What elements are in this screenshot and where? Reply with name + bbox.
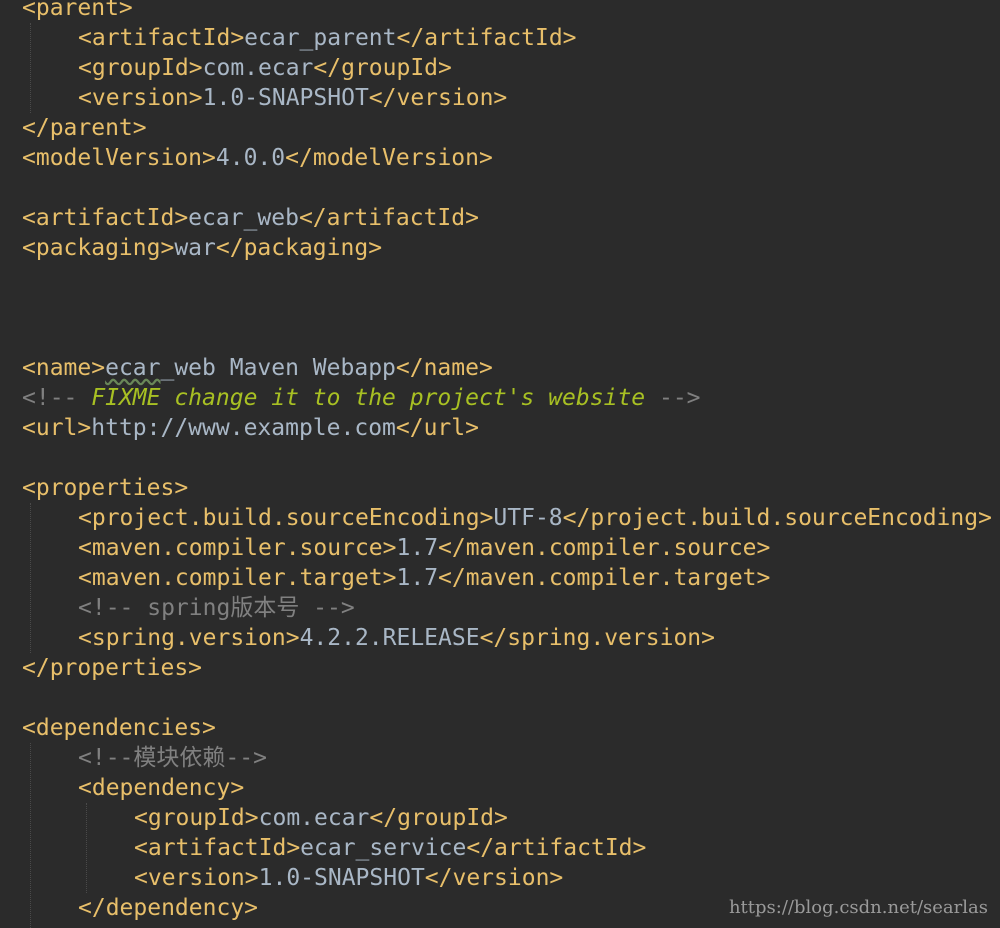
code-token: war [174, 235, 216, 261]
code-token: 1.7 [396, 565, 439, 591]
code-token: <dependency> [78, 775, 245, 801]
code-token: </project.build.sourceEncoding> [562, 505, 992, 531]
code-line[interactable]: <maven.compiler.target>1.7</maven.compil… [22, 563, 992, 593]
code-token: </artifactId> [298, 205, 479, 231]
code-token: <project.build.sourceEncoding> [78, 505, 494, 531]
code-token: </properties> [22, 655, 203, 681]
code-token: </packaging> [215, 235, 383, 261]
code-token: <name> [22, 355, 106, 381]
code-line[interactable]: <modelVersion>4.0.0</modelVersion> [22, 143, 992, 173]
code-line[interactable]: <packaging>war</packaging> [22, 233, 992, 263]
code-token: </version> [424, 865, 564, 891]
code-line[interactable]: <url>http://www.example.com</url> [22, 413, 992, 443]
code-token: <groupId> [134, 805, 259, 831]
code-token: </spring.version> [479, 625, 715, 651]
code-line[interactable]: <groupId>com.ecar</groupId> [22, 803, 992, 833]
code-token: 4.0.0 [215, 145, 286, 171]
code-token: <version> [78, 85, 203, 111]
code-token: </artifactId> [396, 25, 577, 51]
code-token: </parent> [22, 115, 147, 141]
code-token: <url> [22, 415, 92, 441]
code-token: </maven.compiler.target> [438, 565, 771, 591]
code-token: </name> [395, 355, 493, 381]
code-line[interactable]: </properties> [22, 653, 992, 683]
code-token: --> [645, 385, 701, 411]
code-line[interactable]: <project.build.sourceEncoding>UTF-8</pro… [22, 503, 992, 533]
code-token: <modelVersion> [22, 145, 216, 171]
code-token: </url> [395, 415, 479, 441]
code-token: <!-- [22, 385, 92, 411]
code-token: UTF-8 [493, 505, 563, 531]
code-line[interactable]: <properties> [22, 473, 992, 503]
code-token: <spring.version> [78, 625, 300, 651]
code-token: <maven.compiler.target> [78, 565, 397, 591]
code-line[interactable]: <version>1.0-SNAPSHOT</version> [22, 863, 992, 893]
code-line[interactable]: <spring.version>4.2.2.RELEASE</spring.ve… [22, 623, 992, 653]
code-editor[interactable]: <parent> <artifactId>ecar_parent</artifac… [0, 0, 1000, 928]
code-token: <dependencies> [22, 715, 216, 741]
code-line[interactable]: <!-- FIXME change it to the project's we… [22, 383, 992, 413]
code-line[interactable]: <artifactId>ecar_parent</artifactId> [22, 23, 992, 53]
code-token: <!-- spring版本号 --> [78, 595, 355, 621]
code-token: <version> [134, 865, 259, 891]
code-token: <parent> [22, 0, 133, 21]
watermark: https://blog.csdn.net/searlas [728, 897, 988, 918]
code-token: <artifactId> [78, 25, 245, 51]
code-line[interactable] [22, 263, 992, 293]
code-line[interactable]: <groupId>com.ecar</groupId> [22, 53, 992, 83]
code-line[interactable] [22, 443, 992, 473]
code-token: com.ecar [258, 805, 370, 831]
code-token: 1.0-SNAPSHOT [202, 85, 369, 111]
code-token: ecar_service [300, 835, 467, 861]
code-token: </artifactId> [466, 835, 647, 861]
code-token: ecar [105, 355, 161, 381]
code-token: <properties> [22, 475, 189, 501]
code-line[interactable] [22, 173, 992, 203]
code-token: </dependency> [78, 895, 259, 921]
code-token: com.ecar [202, 55, 314, 81]
code-line[interactable]: </parent> [22, 113, 992, 143]
code-token: ecar_parent [244, 25, 397, 51]
code-token: _web Maven Webapp [160, 355, 396, 381]
code-line[interactable]: <parent> [22, 0, 992, 23]
code-line[interactable]: <dependency> [22, 773, 992, 803]
code-line[interactable]: <!--模块依赖--> [22, 743, 992, 773]
code-line[interactable]: <maven.compiler.source>1.7</maven.compil… [22, 533, 992, 563]
code-line[interactable] [22, 323, 992, 353]
code-token: <!--模块依赖--> [78, 745, 267, 771]
code-token: <artifactId> [134, 835, 301, 861]
code-line[interactable]: <!-- spring版本号 --> [22, 593, 992, 623]
code-token: <maven.compiler.source> [78, 535, 397, 561]
code-token: <packaging> [22, 235, 175, 261]
code-token: http://www.example.com [91, 415, 396, 441]
code-token: 1.0-SNAPSHOT [258, 865, 425, 891]
code-line[interactable]: <dependencies> [22, 713, 992, 743]
code-token: FIXME change it to the project's website [91, 385, 646, 411]
code-token: 4.2.2.RELEASE [299, 625, 480, 651]
code-line[interactable]: <version>1.0-SNAPSHOT</version> [22, 83, 992, 113]
code-token: </modelVersion> [285, 145, 493, 171]
code-token: <groupId> [78, 55, 203, 81]
code-token: </groupId> [313, 55, 452, 81]
code-lines: <parent> <artifactId>ecar_parent</artifac… [22, 0, 992, 923]
code-token: </version> [368, 85, 508, 111]
code-line[interactable] [22, 683, 992, 713]
code-line[interactable]: <artifactId>ecar_service</artifactId> [22, 833, 992, 863]
code-token: </maven.compiler.source> [438, 535, 771, 561]
code-line[interactable]: <artifactId>ecar_web</artifactId> [22, 203, 992, 233]
code-token: 1.7 [396, 535, 439, 561]
code-line[interactable] [22, 293, 992, 323]
code-token: ecar_web [188, 205, 299, 231]
code-token: <artifactId> [22, 205, 189, 231]
code-line[interactable]: <name>ecar_web Maven Webapp</name> [22, 353, 992, 383]
code-token: </groupId> [369, 805, 508, 831]
